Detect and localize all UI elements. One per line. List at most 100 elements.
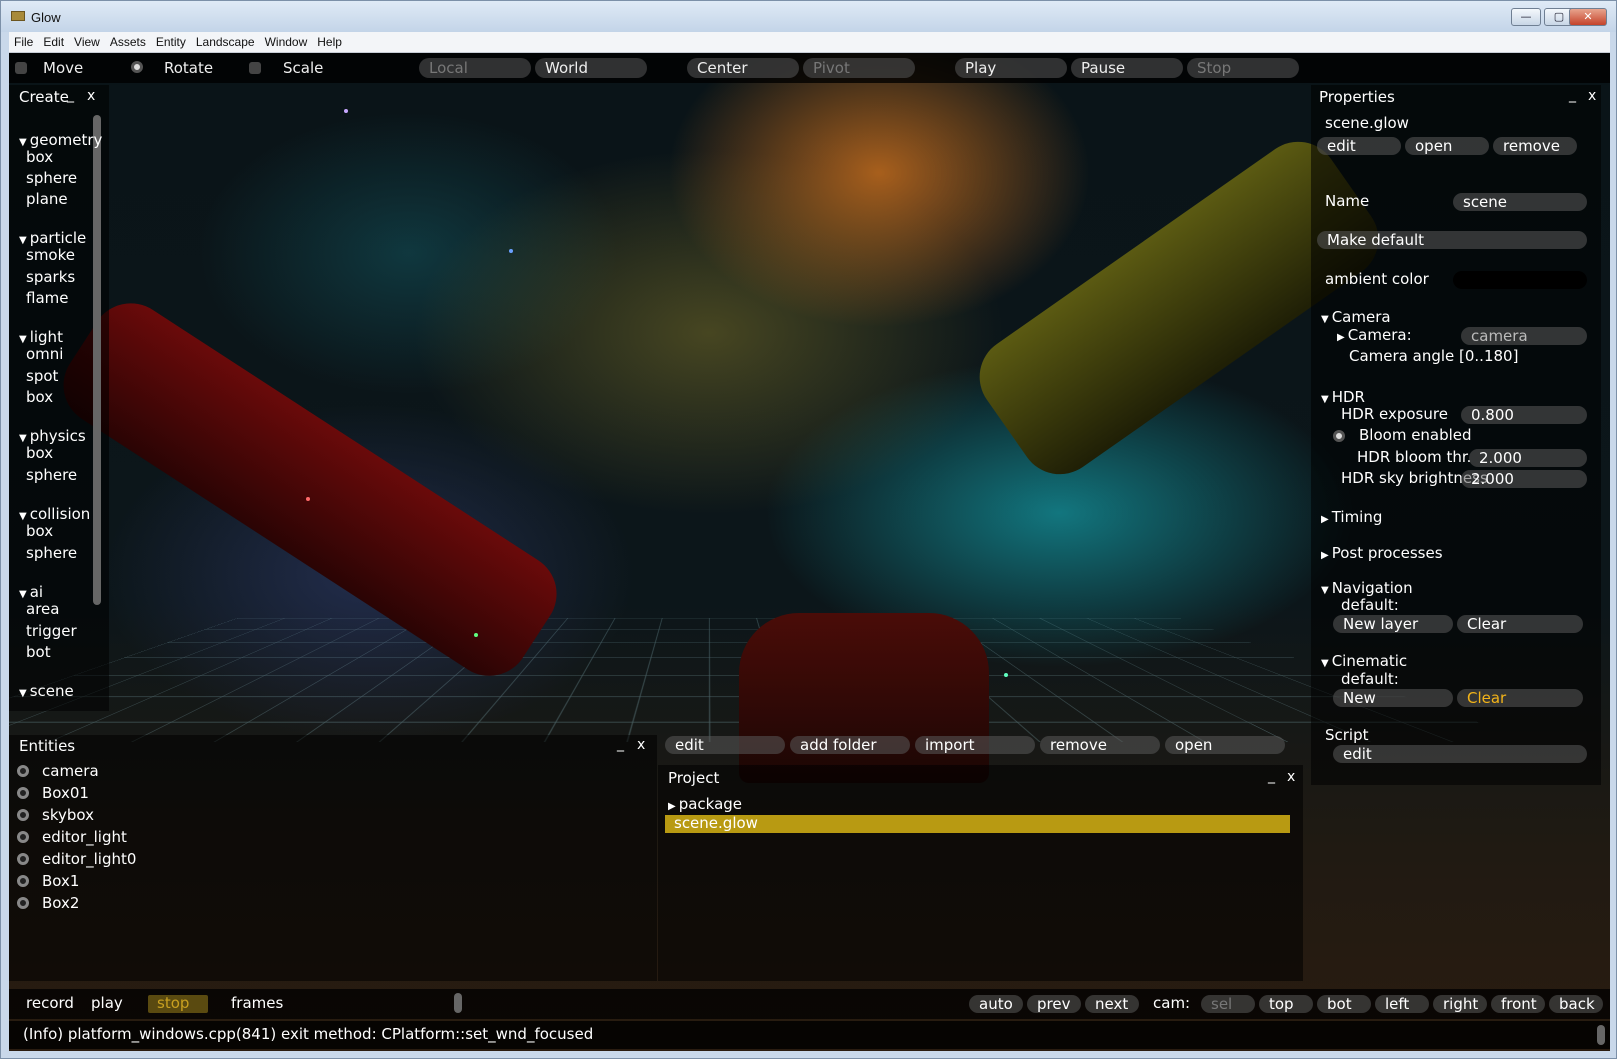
make-default-button[interactable]: Make default bbox=[1317, 231, 1587, 249]
create-particle-sparks[interactable]: sparks bbox=[26, 268, 75, 286]
create-geometry-box[interactable]: box bbox=[26, 148, 53, 166]
camera-subsection[interactable]: ▶ Camera: bbox=[1337, 326, 1412, 344]
ambient-color-swatch[interactable] bbox=[1453, 271, 1587, 289]
post-processes-section[interactable]: ▶ Post processes bbox=[1321, 544, 1443, 562]
hdr-exposure-input[interactable]: 0.800 bbox=[1461, 406, 1587, 424]
project-edit-button[interactable]: edit bbox=[665, 736, 785, 754]
camera-section[interactable]: ▼ Camera bbox=[1321, 308, 1391, 326]
entity-radio[interactable] bbox=[17, 809, 29, 821]
navigation-clear-button[interactable]: Clear bbox=[1457, 615, 1583, 633]
create-scrollbar[interactable] bbox=[93, 115, 101, 605]
local-button[interactable]: Local bbox=[419, 58, 531, 78]
entity-editor-light0[interactable]: editor_light0 bbox=[42, 850, 136, 868]
cam-back-button[interactable]: back bbox=[1549, 995, 1603, 1013]
group-ai[interactable]: ▼ ai bbox=[19, 583, 43, 601]
cam-sel-button[interactable]: sel bbox=[1201, 995, 1255, 1013]
project-file-scene[interactable]: scene.glow bbox=[674, 814, 758, 832]
group-particle[interactable]: ▼ particle bbox=[19, 229, 86, 247]
menu-landscape[interactable]: Landscape bbox=[191, 32, 260, 53]
group-geometry[interactable]: ▼ geometry bbox=[19, 131, 102, 149]
file-remove-button[interactable]: remove bbox=[1493, 137, 1577, 155]
move-checkbox[interactable] bbox=[15, 62, 27, 74]
new-layer-button[interactable]: New layer bbox=[1333, 615, 1453, 633]
group-collision[interactable]: ▼ collision bbox=[19, 505, 90, 523]
script-edit-button[interactable]: edit bbox=[1333, 745, 1587, 763]
create-particle-flame[interactable]: flame bbox=[26, 289, 68, 307]
cam-prev-button[interactable]: prev bbox=[1027, 995, 1081, 1013]
sky-brightness-input[interactable]: 2.000 bbox=[1461, 470, 1587, 488]
cam-front-button[interactable]: front bbox=[1491, 995, 1545, 1013]
project-remove-button[interactable]: remove bbox=[1040, 736, 1160, 754]
create-minimize[interactable]: _ bbox=[67, 87, 74, 103]
rotate-radio[interactable] bbox=[131, 61, 143, 73]
cam-left-button[interactable]: left bbox=[1375, 995, 1429, 1013]
cinematic-new-button[interactable]: New bbox=[1333, 689, 1453, 707]
menu-entity[interactable]: Entity bbox=[151, 32, 191, 53]
create-physics-sphere[interactable]: sphere bbox=[26, 466, 77, 484]
pivot-button[interactable]: Pivot bbox=[803, 58, 915, 78]
file-edit-button[interactable]: edit bbox=[1317, 137, 1401, 155]
close-window-button[interactable]: ✕ bbox=[1569, 8, 1607, 26]
menu-view[interactable]: View bbox=[69, 32, 105, 53]
group-physics[interactable]: ▼ physics bbox=[19, 427, 86, 445]
entities-minimize[interactable]: _ bbox=[617, 736, 624, 752]
create-ai-trigger[interactable]: trigger bbox=[26, 622, 77, 640]
pause-button[interactable]: Pause bbox=[1071, 58, 1183, 78]
frames-slider-handle[interactable] bbox=[454, 993, 462, 1013]
bloom-thr-input[interactable]: 2.000 bbox=[1469, 449, 1587, 467]
cinematic-section[interactable]: ▼ Cinematic bbox=[1321, 652, 1407, 670]
entity-radio[interactable] bbox=[17, 765, 29, 777]
add-folder-button[interactable]: add folder bbox=[790, 736, 910, 754]
menu-edit[interactable]: Edit bbox=[38, 32, 69, 53]
create-physics-box[interactable]: box bbox=[26, 444, 53, 462]
name-input[interactable]: scene bbox=[1453, 193, 1587, 211]
create-ai-area[interactable]: area bbox=[26, 600, 59, 618]
create-light-omni[interactable]: omni bbox=[26, 345, 63, 363]
menu-window[interactable]: Window bbox=[260, 32, 313, 53]
create-light-spot[interactable]: spot bbox=[26, 367, 58, 385]
world-button[interactable]: World bbox=[535, 58, 647, 78]
cam-auto-button[interactable]: auto bbox=[969, 995, 1023, 1013]
group-light[interactable]: ▼ light bbox=[19, 328, 63, 346]
project-open-button[interactable]: open bbox=[1165, 736, 1285, 754]
entity-skybox[interactable]: skybox bbox=[42, 806, 94, 824]
group-scene[interactable]: ▼ scene bbox=[19, 682, 74, 700]
entity-radio[interactable] bbox=[17, 875, 29, 887]
entity-box01[interactable]: Box01 bbox=[42, 784, 89, 802]
stop-button[interactable]: Stop bbox=[1187, 58, 1299, 78]
project-close[interactable]: x bbox=[1287, 769, 1295, 785]
create-geometry-sphere[interactable]: sphere bbox=[26, 169, 77, 187]
entity-radio[interactable] bbox=[17, 831, 29, 843]
timing-section[interactable]: ▶ Timing bbox=[1321, 508, 1382, 526]
create-collision-box[interactable]: box bbox=[26, 522, 53, 540]
entity-box1[interactable]: Box1 bbox=[42, 872, 79, 890]
hdr-section[interactable]: ▼ HDR bbox=[1321, 388, 1365, 406]
cinematic-clear-button[interactable]: Clear bbox=[1457, 689, 1583, 707]
center-button[interactable]: Center bbox=[687, 58, 799, 78]
create-close[interactable]: x bbox=[87, 88, 95, 104]
project-package-folder[interactable]: ▶ package bbox=[668, 795, 742, 813]
bloom-enabled-radio[interactable] bbox=[1333, 430, 1345, 442]
scale-checkbox[interactable] bbox=[249, 62, 261, 74]
properties-close[interactable]: x bbox=[1588, 88, 1596, 104]
create-ai-bot[interactable]: bot bbox=[26, 643, 51, 661]
entity-radio[interactable] bbox=[17, 787, 29, 799]
timeline-play-button[interactable]: play bbox=[91, 994, 123, 1012]
cam-bot-button[interactable]: bot bbox=[1317, 995, 1371, 1013]
entity-camera[interactable]: camera bbox=[42, 762, 99, 780]
properties-minimize[interactable]: _ bbox=[1569, 87, 1576, 103]
entity-box2[interactable]: Box2 bbox=[42, 894, 79, 912]
navigation-section[interactable]: ▼ Navigation bbox=[1321, 579, 1413, 597]
menu-help[interactable]: Help bbox=[312, 32, 347, 53]
entities-close[interactable]: x bbox=[637, 737, 645, 753]
camera-select[interactable]: camera bbox=[1461, 327, 1587, 345]
entity-editor-light[interactable]: editor_light bbox=[42, 828, 127, 846]
create-geometry-plane[interactable]: plane bbox=[26, 190, 68, 208]
minimize-button[interactable]: — bbox=[1511, 8, 1541, 26]
timeline-stop-button[interactable]: stop bbox=[157, 994, 189, 1012]
create-collision-sphere[interactable]: sphere bbox=[26, 544, 77, 562]
cam-right-button[interactable]: right bbox=[1433, 995, 1487, 1013]
file-open-button[interactable]: open bbox=[1405, 137, 1489, 155]
play-button[interactable]: Play bbox=[955, 58, 1067, 78]
entity-radio[interactable] bbox=[17, 853, 29, 865]
